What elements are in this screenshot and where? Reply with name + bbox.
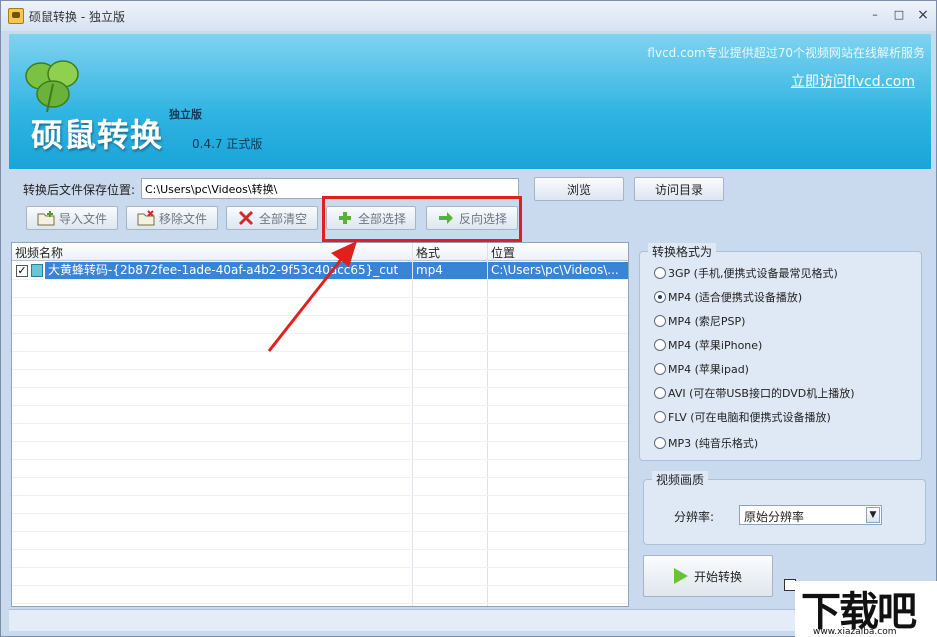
app-window: 硕鼠转换 - 独立版 – □ × 硕鼠转换 独立版 0.4.7 正式版 flvc… — [0, 0, 937, 637]
row-gridline — [12, 423, 628, 424]
resolution-value: 原始分辨率 — [744, 510, 805, 524]
slogan-text: flvcd.com专业提供超过70个视频网站在线解析服务 — [647, 46, 925, 60]
format-option-label: AVI (可在带USB接口的DVD机上播放) — [668, 387, 855, 400]
radio-button[interactable] — [654, 411, 666, 423]
row-gridline — [12, 549, 628, 550]
row-gridline — [12, 387, 628, 388]
window-title: 硕鼠转换 - 独立版 — [29, 10, 125, 24]
watermark: 下载吧 www.xiazaiba.com — [795, 581, 937, 637]
chevron-down-icon[interactable]: ▼ — [866, 507, 880, 523]
radio-button[interactable] — [654, 291, 666, 303]
quality-group-title: 视频画质 — [652, 471, 709, 488]
row-gridline — [12, 441, 628, 442]
highlight-box — [322, 196, 522, 242]
save-location-label: 转换后文件保存位置: — [23, 183, 136, 197]
status-bar — [9, 609, 931, 631]
visit-flvcd-link[interactable]: 立即访问flvcd.com — [791, 71, 915, 91]
clover-logo-icon — [25, 60, 79, 113]
title-bar: 硕鼠转换 - 独立版 – □ × — [1, 1, 936, 31]
col-header-location[interactable]: 位置 — [491, 244, 515, 260]
row-gridline — [12, 477, 628, 478]
format-option-label: MP4 (适合便携式设备播放) — [668, 291, 803, 304]
start-convert-label: 开始转换 — [693, 569, 742, 584]
radio-button[interactable] — [654, 267, 666, 279]
format-option[interactable]: MP4 (索尼PSP) — [654, 312, 745, 330]
radio-button[interactable] — [654, 437, 666, 449]
format-option-label: MP4 (苹果ipad) — [668, 363, 749, 376]
col-header-name[interactable]: 视频名称 — [15, 244, 63, 260]
banner: 硕鼠转换 独立版 0.4.7 正式版 flvcd.com专业提供超过70个视频网… — [9, 34, 931, 169]
row-gridline — [12, 405, 628, 406]
visit-directory-button[interactable]: 访问目录 — [634, 177, 724, 201]
start-convert-button[interactable]: 开始转换 — [643, 555, 773, 597]
radio-button[interactable] — [654, 363, 666, 375]
app-icon — [8, 8, 24, 24]
row-gridline — [12, 495, 628, 496]
red-arrow-annotation — [267, 241, 357, 352]
brand-edition: 独立版 — [169, 108, 202, 121]
format-group-title: 转换格式为 — [648, 243, 717, 260]
quality-group: 视频画质 分辨率: 原始分辨率 ▼ — [643, 471, 926, 545]
format-option-label: MP4 (苹果iPhone) — [668, 339, 763, 352]
import-file-button[interactable]: 导入文件 — [26, 206, 118, 230]
format-option-label: MP3 (纯音乐格式) — [668, 437, 759, 450]
remove-folder-icon — [137, 210, 155, 226]
row-gridline — [12, 513, 628, 514]
video-location-cell: C:\Users\pc\Videos\... — [488, 262, 628, 279]
format-option[interactable]: FLV (可在电脑和便携式设备播放) — [654, 408, 831, 426]
version-label: 0.4.7 正式版 — [192, 137, 263, 151]
row-checkbox[interactable]: ✓ — [16, 265, 28, 277]
maximize-button[interactable]: □ — [891, 7, 907, 23]
browse-button[interactable]: 浏览 — [534, 177, 624, 201]
play-icon — [673, 568, 688, 584]
row-gridline — [12, 531, 628, 532]
resolution-label: 分辨率: — [674, 510, 715, 524]
minimize-button[interactable]: – — [867, 7, 883, 23]
format-option[interactable]: MP3 (纯音乐格式) — [654, 434, 758, 452]
remove-file-button[interactable]: 移除文件 — [126, 206, 218, 230]
import-folder-icon — [37, 211, 55, 226]
format-option-label: FLV (可在电脑和便携式设备播放) — [668, 411, 831, 424]
brand-title: 硕鼠转换 — [31, 116, 164, 154]
row-gridline — [12, 567, 628, 568]
clear-all-button[interactable]: 全部清空 — [226, 206, 318, 230]
format-option-label: 3GP (手机,便携式设备最常见格式) — [668, 267, 838, 280]
radio-button[interactable] — [654, 315, 666, 327]
radio-button[interactable] — [654, 387, 666, 399]
resolution-select[interactable]: 原始分辨率 ▼ — [739, 505, 882, 525]
format-option[interactable]: MP4 (苹果iPhone) — [654, 336, 762, 354]
import-file-label: 导入文件 — [58, 211, 107, 226]
red-x-icon — [238, 210, 254, 226]
format-option[interactable]: MP4 (苹果ipad) — [654, 360, 749, 378]
video-file-icon — [31, 264, 43, 277]
watermark-url: www.xiazaiba.com — [813, 627, 897, 637]
row-gridline — [12, 603, 628, 604]
radio-button[interactable] — [654, 339, 666, 351]
close-button[interactable]: × — [915, 7, 931, 23]
remove-file-label: 移除文件 — [158, 211, 207, 226]
format-option[interactable]: AVI (可在带USB接口的DVD机上播放) — [654, 384, 855, 402]
col-header-format[interactable]: 格式 — [416, 244, 440, 260]
row-gridline — [12, 369, 628, 370]
video-format-cell: mp4 — [413, 262, 487, 279]
row-gridline — [12, 585, 628, 586]
clear-all-label: 全部清空 — [258, 211, 307, 226]
format-option-label: MP4 (索尼PSP) — [668, 315, 746, 328]
format-option[interactable]: MP4 (适合便携式设备播放) — [654, 288, 802, 306]
format-group: 转换格式为 3GP (手机,便携式设备最常见格式) MP4 (适合便携式设备播放)… — [639, 243, 922, 461]
row-gridline — [12, 459, 628, 460]
format-option[interactable]: 3GP (手机,便携式设备最常见格式) — [654, 264, 838, 282]
